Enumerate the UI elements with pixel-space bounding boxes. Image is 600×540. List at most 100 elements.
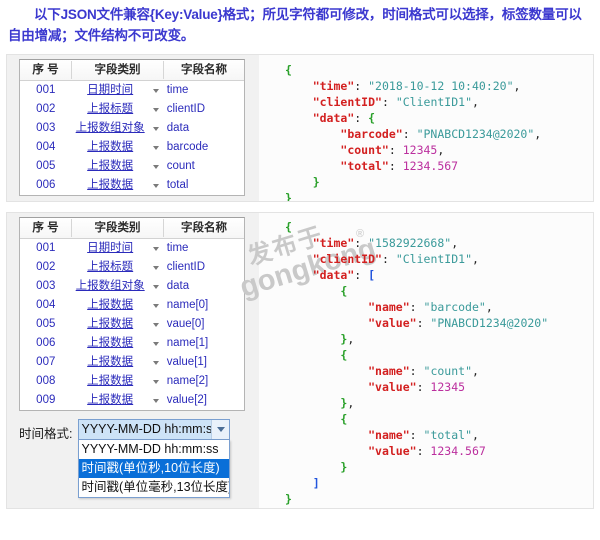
row-category[interactable]: 上报数据 (72, 138, 149, 157)
row-field-name[interactable]: time (163, 81, 244, 100)
row-category-dropdown[interactable] (149, 100, 163, 119)
json-value-count: 12345 (403, 143, 438, 157)
table-row[interactable]: 002 上报标题 clientID (20, 100, 244, 119)
time-format-dropdown-button[interactable] (211, 420, 229, 439)
row-field-name[interactable]: count (163, 157, 244, 176)
row-field-name[interactable]: name[2] (163, 372, 244, 391)
row-category[interactable]: 上报数据 (72, 391, 149, 410)
row-field-name[interactable]: vaue[0] (163, 315, 244, 334)
row-index: 004 (20, 138, 72, 157)
intro-line-2: 自由增减；文件结构不可改变。 (8, 28, 194, 43)
chevron-down-icon (153, 323, 159, 327)
table-row[interactable]: 006 上报数据 name[1] (20, 334, 244, 353)
table-row[interactable]: 006 上报数据 total (20, 176, 244, 195)
table-row[interactable]: 003 上报数组对象 data (20, 277, 244, 296)
row-index: 003 (20, 119, 72, 138)
row-category[interactable]: 上报标题 (72, 100, 149, 119)
table-row[interactable]: 004 上报数据 name[0] (20, 296, 244, 315)
table-row[interactable]: 002 上报标题 clientID (20, 258, 244, 277)
row-field-name[interactable]: clientID (163, 100, 244, 119)
row-category-dropdown[interactable] (149, 138, 163, 157)
field-table-container-2: 序 号 字段类别 字段名称 001 日期时间 time 002 上报标题 cli… (7, 213, 259, 508)
chevron-down-icon (153, 380, 159, 384)
chevron-down-icon (153, 247, 159, 251)
time-format-option-0[interactable]: YYYY-MM-DD hh:mm:ss (79, 440, 229, 459)
row-category[interactable]: 上报数组对象 (72, 277, 149, 296)
table-header-row: 序 号 字段类别 字段名称 (20, 60, 244, 81)
json-preview-2: { "time": "1582922668", "clientID": "Cli… (259, 213, 593, 508)
row-category[interactable]: 日期时间 (72, 81, 149, 100)
row-category[interactable]: 上报数据 (72, 296, 149, 315)
row-category[interactable]: 上报标题 (72, 258, 149, 277)
row-category[interactable]: 上报数据 (72, 315, 149, 334)
row-category[interactable]: 日期时间 (72, 239, 149, 258)
table-row[interactable]: 001 日期时间 time (20, 239, 244, 258)
table-header-row: 序 号 字段类别 字段名称 (20, 218, 244, 239)
column-header-index: 序 号 (20, 61, 72, 79)
json-array-0-name: barcode (430, 300, 478, 314)
table-row[interactable]: 001 日期时间 time (20, 81, 244, 100)
chevron-down-icon (153, 165, 159, 169)
time-format-option-2[interactable]: 时间戳(单位毫秒,13位长度) (79, 478, 229, 497)
column-header-index: 序 号 (20, 219, 72, 237)
intro-line-1: 以下JSON文件兼容{Key:Value}格式；所见字符都可修改，时间格式可以选… (34, 7, 582, 22)
time-format-option-list[interactable]: YYYY-MM-DD hh:mm:ss 时间戳(单位秒,10位长度) 时间戳(单… (78, 440, 230, 498)
row-category-dropdown[interactable] (149, 391, 163, 410)
row-category[interactable]: 上报数据 (72, 353, 149, 372)
chevron-down-icon (153, 266, 159, 270)
row-category-dropdown[interactable] (149, 372, 163, 391)
chevron-down-icon (153, 89, 159, 93)
field-table-2: 序 号 字段类别 字段名称 001 日期时间 time 002 上报标题 cli… (19, 217, 245, 411)
row-category-dropdown[interactable] (149, 315, 163, 334)
row-field-name[interactable]: data (163, 277, 244, 296)
chevron-down-icon (153, 108, 159, 112)
table-row[interactable]: 003 上报数组对象 data (20, 119, 244, 138)
row-category[interactable]: 上报数据 (72, 372, 149, 391)
row-field-name[interactable]: value[1] (163, 353, 244, 372)
row-index: 009 (20, 391, 72, 410)
json-array-2-name: total (430, 428, 465, 442)
chevron-down-icon (153, 184, 159, 188)
json-value-time: 2018-10-12 10:40:20 (375, 79, 507, 93)
row-category-dropdown[interactable] (149, 81, 163, 100)
row-category-dropdown[interactable] (149, 157, 163, 176)
time-format-select[interactable]: YYYY-MM-DD hh:mm:ss (78, 419, 230, 440)
table-row[interactable]: 008 上报数据 name[2] (20, 372, 244, 391)
json-value-clientid: ClientID1 (403, 252, 465, 266)
row-category-dropdown[interactable] (149, 296, 163, 315)
table-row[interactable]: 005 上报数据 vaue[0] (20, 315, 244, 334)
row-category[interactable]: 上报数据 (72, 176, 149, 195)
chevron-down-icon (217, 427, 225, 432)
row-field-name[interactable]: name[1] (163, 334, 244, 353)
time-format-option-1[interactable]: 时间戳(单位秒,10位长度) (79, 459, 229, 478)
row-category-dropdown[interactable] (149, 277, 163, 296)
json-code-1: { "time": "2018-10-12 10:40:20", "client… (259, 55, 593, 201)
row-category[interactable]: 上报数据 (72, 334, 149, 353)
row-category-dropdown[interactable] (149, 119, 163, 138)
row-field-name[interactable]: clientID (163, 258, 244, 277)
row-category-dropdown[interactable] (149, 334, 163, 353)
row-field-name[interactable]: data (163, 119, 244, 138)
table-row[interactable]: 005 上报数据 count (20, 157, 244, 176)
row-category-dropdown[interactable] (149, 176, 163, 195)
row-field-name[interactable]: value[2] (163, 391, 244, 410)
row-category-dropdown[interactable] (149, 258, 163, 277)
time-format-selected-value[interactable]: YYYY-MM-DD hh:mm:ss (79, 420, 211, 439)
table-row[interactable]: 004 上报数据 barcode (20, 138, 244, 157)
json-example-panel-object: 序 号 字段类别 字段名称 001 日期时间 time 002 上报标题 cli… (6, 54, 594, 202)
json-value-total: 1234.567 (403, 159, 458, 173)
row-category-dropdown[interactable] (149, 239, 163, 258)
time-format-label: 时间格式: (19, 419, 78, 442)
row-category[interactable]: 上报数据 (72, 157, 149, 176)
row-field-name[interactable]: time (163, 239, 244, 258)
table-row[interactable]: 009 上报数据 value[2] (20, 391, 244, 410)
row-field-name[interactable]: name[0] (163, 296, 244, 315)
time-format-combobox[interactable]: YYYY-MM-DD hh:mm:ss YYYY-MM-DD hh:mm:ss … (78, 419, 230, 498)
row-field-name[interactable]: barcode (163, 138, 244, 157)
row-category[interactable]: 上报数组对象 (72, 119, 149, 138)
row-category-dropdown[interactable] (149, 353, 163, 372)
column-header-name: 字段名称 (164, 219, 244, 237)
field-table-container-1: 序 号 字段类别 字段名称 001 日期时间 time 002 上报标题 cli… (7, 55, 259, 201)
table-row[interactable]: 007 上报数据 value[1] (20, 353, 244, 372)
row-field-name[interactable]: total (163, 176, 244, 195)
